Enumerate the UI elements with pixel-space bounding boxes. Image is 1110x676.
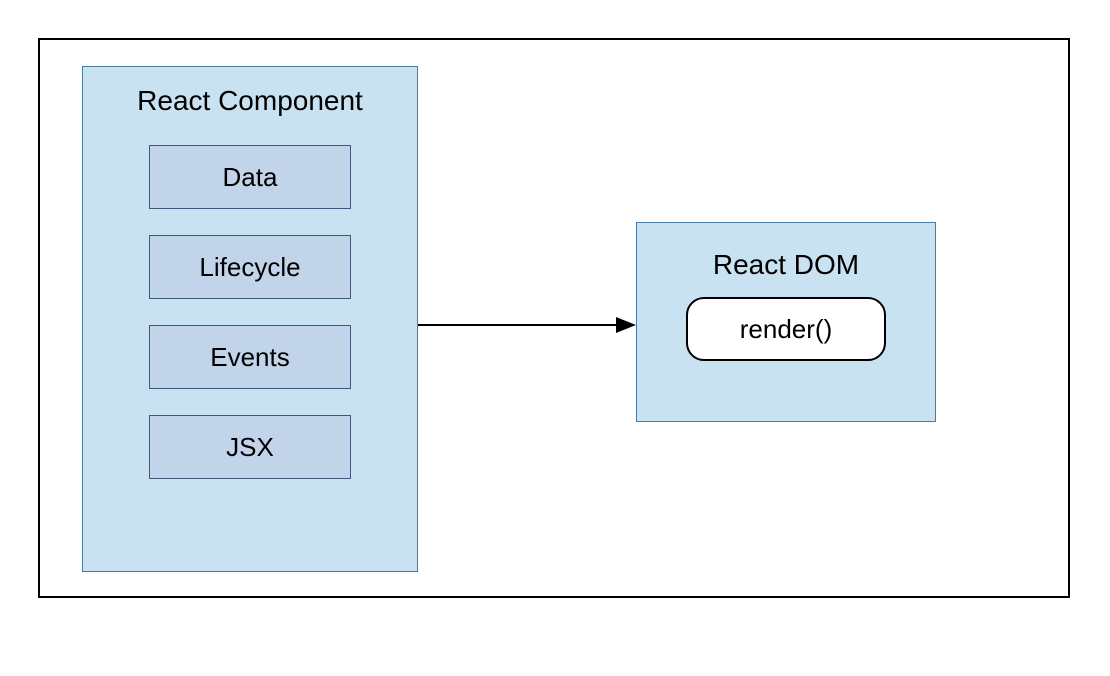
component-item-jsx: JSX — [149, 415, 351, 479]
component-item-lifecycle: Lifecycle — [149, 235, 351, 299]
arrow-icon — [418, 310, 638, 340]
component-items-container: Data Lifecycle Events JSX — [83, 127, 417, 479]
component-item-events: Events — [149, 325, 351, 389]
react-dom-title: React DOM — [713, 223, 859, 297]
react-dom-box: React DOM render() — [636, 222, 936, 422]
react-component-box: React Component Data Lifecycle Events JS… — [82, 66, 418, 572]
render-method-pill: render() — [686, 297, 886, 361]
diagram-frame: React Component Data Lifecycle Events JS… — [38, 38, 1070, 598]
component-item-data: Data — [149, 145, 351, 209]
react-component-title: React Component — [83, 67, 417, 127]
